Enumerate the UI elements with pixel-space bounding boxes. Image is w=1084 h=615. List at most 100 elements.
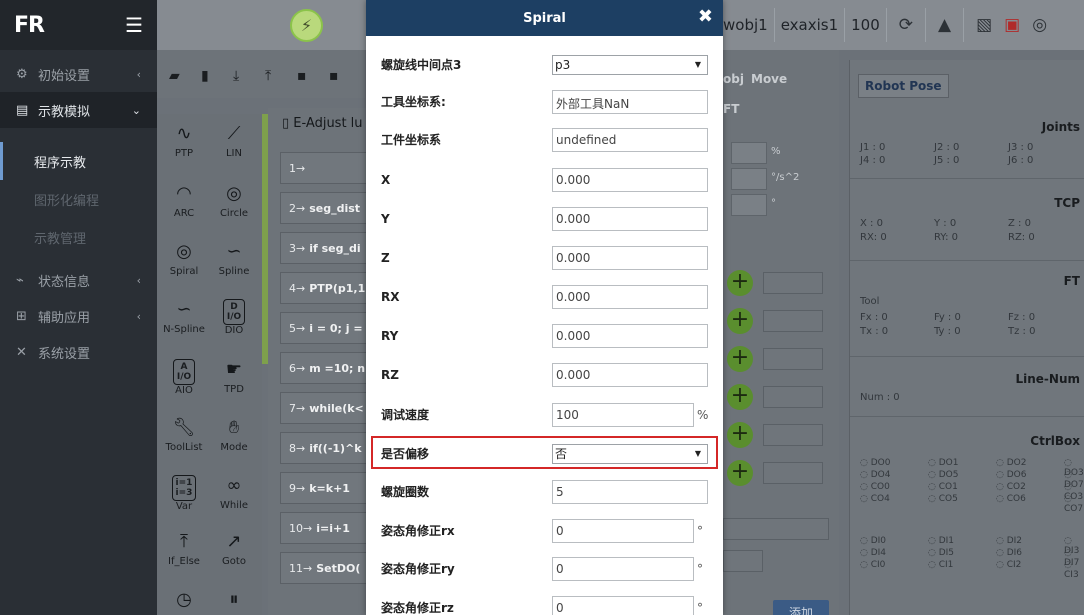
upload-icon[interactable]: ⤒ <box>265 68 285 84</box>
program-line[interactable]: 9→ k=k+1 <box>280 472 380 504</box>
io-indicator[interactable]: ◌ CO7 <box>1064 494 1084 514</box>
sidebar-subitem-graphical[interactable]: 图形化编程 <box>0 180 157 218</box>
io-indicator[interactable]: ◌ CO4 <box>860 494 890 504</box>
add-point-icon[interactable]: + <box>727 384 753 410</box>
program-line[interactable]: 5→ i = 0; j = <box>280 312 380 344</box>
io-indicator[interactable]: ◌ CO1 <box>928 482 958 492</box>
palette-ptp[interactable]: ∿ PTP <box>159 120 209 159</box>
io-indicator[interactable]: ◌ CI3 <box>1064 560 1084 580</box>
palette-toollist[interactable]: 🔧︎ ToolList <box>159 414 209 453</box>
io-indicator[interactable]: ◌ DI0 <box>860 536 886 546</box>
y-field[interactable]: 0.000 <box>552 206 708 231</box>
add-point-icon[interactable]: + <box>727 346 753 372</box>
sidebar-item-status[interactable]: ⌁ 状态信息 ‹ <box>0 262 157 298</box>
spiral-turns-field[interactable]: 5 <box>552 479 708 504</box>
point-input[interactable] <box>763 348 823 370</box>
program-line[interactable]: 8→ if((-1)^k <box>280 432 380 464</box>
new-file-icon[interactable]: ▮ <box>201 68 221 84</box>
midpoint-3-select[interactable]: p3 ▼ <box>552 54 708 75</box>
io-indicator[interactable]: ◌ DO2 <box>996 458 1026 468</box>
program-line[interactable]: 4→ PTP(p1,1 <box>280 272 380 304</box>
program-line[interactable]: 3→ if seg_di <box>280 232 380 264</box>
open-folder-icon[interactable]: ▰ <box>169 68 189 84</box>
io-indicator[interactable]: ◌ DO5 <box>928 470 958 480</box>
io-indicator[interactable]: ◌ CI0 <box>860 560 885 570</box>
sidebar-item-aux[interactable]: ⊞ 辅助应用 ‹ <box>0 298 157 334</box>
close-icon[interactable]: ✖ <box>698 6 713 27</box>
angle-input[interactable] <box>731 194 767 216</box>
add-point-icon[interactable]: + <box>727 460 753 486</box>
add-button[interactable]: 添加 <box>773 600 829 615</box>
palette-tpd[interactable]: ☛ TPD <box>209 356 259 395</box>
palette-lin[interactable]: ⟋ LIN <box>209 120 259 159</box>
palette-spline[interactable]: ∽ Spline <box>209 238 259 277</box>
io-indicator[interactable]: ◌ DO1 <box>928 458 958 468</box>
power-icon[interactable]: ⚡ <box>290 9 323 42</box>
sidebar-item-teach-sim[interactable]: ▤ 示教模拟 ⌄ <box>0 92 157 128</box>
io-indicator[interactable]: ◌ CI2 <box>996 560 1021 570</box>
palette-arc[interactable]: ◠ ARC <box>159 180 209 219</box>
record-icon[interactable]: ▧ <box>976 15 992 35</box>
tool-frame-field[interactable]: 外部工具NaN <box>552 89 708 114</box>
speed-input[interactable] <box>731 142 767 164</box>
io-indicator[interactable]: ◌ CO5 <box>928 494 958 504</box>
point-input[interactable] <box>763 310 823 332</box>
robot-icon[interactable]: ▣ <box>1004 15 1020 35</box>
program-line[interactable]: 2→ seg_dist <box>280 192 380 224</box>
palette-pause[interactable]: ⏸︎ <box>209 586 259 614</box>
rx-correction-field[interactable]: 0 <box>552 518 694 543</box>
palette-wait[interactable]: ◷ <box>159 586 209 614</box>
palette-mode[interactable]: ✋︎ Mode <box>209 414 259 453</box>
palette-aio[interactable]: A I/O AIO <box>159 356 209 396</box>
robot-pose-tab[interactable]: Robot Pose <box>858 74 949 98</box>
io-indicator[interactable]: ◌ CO0 <box>860 482 890 492</box>
sidebar-item-initial-settings[interactable]: ⚙ 初始设置 ‹ <box>0 56 157 92</box>
palette-circle[interactable]: ◎ Circle <box>209 180 259 219</box>
io-indicator[interactable]: ◌ DO6 <box>996 470 1026 480</box>
palette-nspline[interactable]: ∽ N-Spline <box>159 296 209 335</box>
tab-wobj[interactable]: obj <box>723 72 744 86</box>
add-point-icon[interactable]: + <box>727 308 753 334</box>
palette-spiral[interactable]: ◎ Spiral <box>159 238 209 277</box>
download-icon[interactable]: ⤓ <box>233 68 253 84</box>
io-indicator[interactable]: ◌ DI6 <box>996 548 1022 558</box>
rz-correction-field[interactable]: 0 <box>552 595 694 615</box>
program-line[interactable]: 7→ while(k< <box>280 392 380 424</box>
point-input[interactable] <box>763 424 823 446</box>
debug-speed-field[interactable]: 100 <box>552 402 694 427</box>
extra-input[interactable] <box>723 550 763 572</box>
sidebar-item-system[interactable]: ✕ 系统设置 <box>0 334 157 370</box>
palette-ifelse[interactable]: ⤒ If_Else <box>159 528 209 567</box>
z-field[interactable]: 0.000 <box>552 245 708 270</box>
io-indicator[interactable]: ◌ DO0 <box>860 458 890 468</box>
ry-correction-field[interactable]: 0 <box>552 556 694 581</box>
palette-goto[interactable]: ↗ Goto <box>209 528 259 567</box>
io-indicator[interactable]: ◌ DI5 <box>928 548 954 558</box>
save-as-icon[interactable]: ▪ <box>329 68 349 84</box>
sidebar-subitem-teach-manage[interactable]: 示教管理 <box>0 218 157 256</box>
ry-field[interactable]: 0.000 <box>552 323 708 348</box>
save-icon[interactable]: ▪ <box>297 68 317 84</box>
program-line[interactable]: 1→ <box>280 152 380 184</box>
acc-input[interactable] <box>731 168 767 190</box>
point-input[interactable] <box>763 386 823 408</box>
add-point-icon[interactable]: + <box>727 270 753 296</box>
program-line[interactable]: 6→ m =10; n <box>280 352 380 384</box>
workpiece-frame-field[interactable]: undefined <box>552 127 708 152</box>
point-input[interactable] <box>763 462 823 484</box>
refresh-icon[interactable]: ⟳ <box>899 15 913 35</box>
x-field[interactable]: 0.000 <box>552 167 708 192</box>
name-input[interactable] <box>723 518 829 540</box>
tab-move[interactable]: Move <box>751 72 787 86</box>
add-point-icon[interactable]: + <box>727 422 753 448</box>
program-line[interactable]: 10→ i=i+1 <box>280 512 380 544</box>
io-indicator[interactable]: ◌ DI4 <box>860 548 886 558</box>
palette-var[interactable]: i=1 i=3 Var <box>159 472 209 512</box>
io-indicator[interactable]: ◌ DO4 <box>860 470 890 480</box>
io-indicator[interactable]: ◌ DI1 <box>928 536 954 546</box>
palette-dio[interactable]: D I/O DIO <box>209 296 259 336</box>
sidebar-subitem-program-teach[interactable]: 程序示教 <box>0 142 157 180</box>
io-indicator[interactable]: ◌ CO6 <box>996 494 1026 504</box>
rx-field[interactable]: 0.000 <box>552 284 708 309</box>
program-line[interactable]: 11→ SetDO( <box>280 552 380 584</box>
